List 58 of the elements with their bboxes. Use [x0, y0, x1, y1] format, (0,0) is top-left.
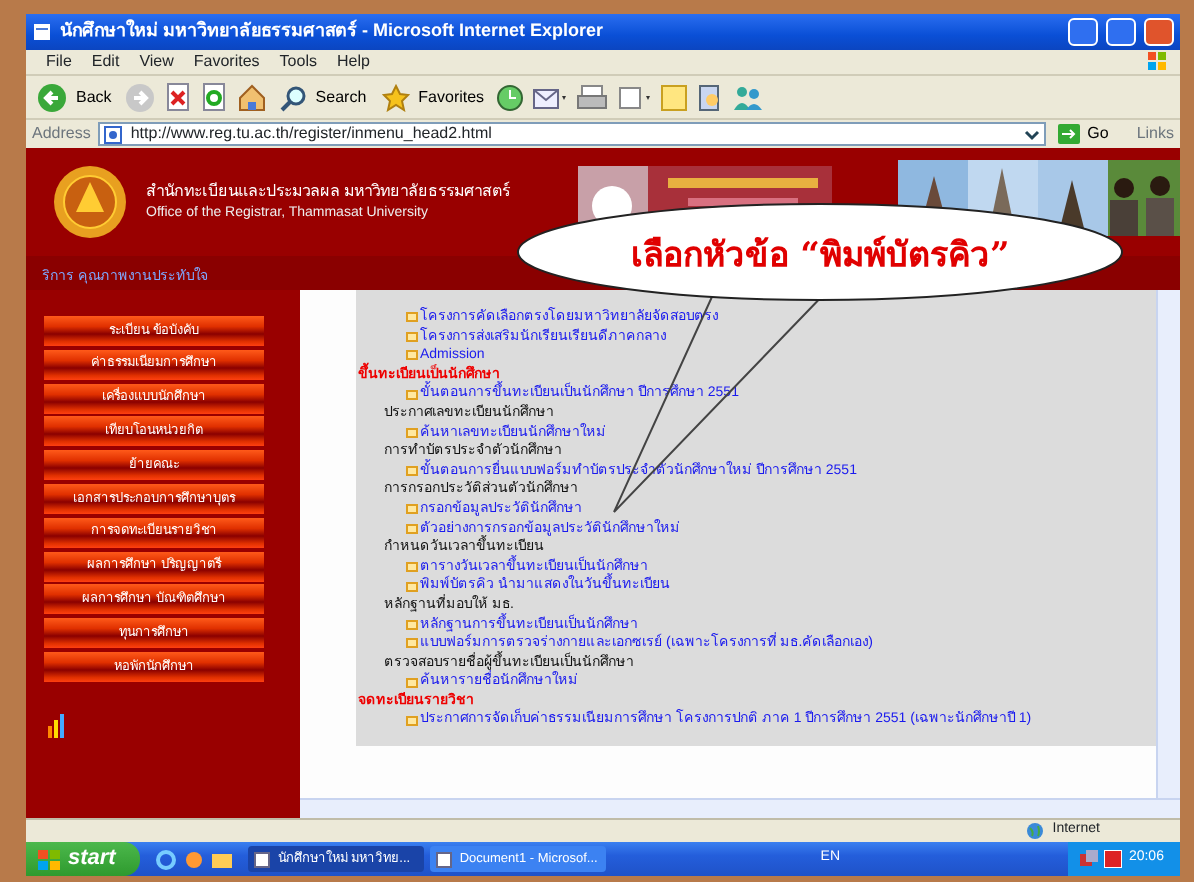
browser-icon[interactable]	[155, 849, 176, 869]
antivirus-icon[interactable]	[1104, 850, 1123, 868]
bullet-icon	[406, 389, 418, 400]
horizontal-scrollbar[interactable]	[300, 798, 1180, 818]
page-icon	[32, 22, 52, 42]
history-icon[interactable]	[496, 83, 525, 111]
printer-icon[interactable]	[576, 83, 609, 111]
menu-item[interactable]: Favorites	[183, 50, 270, 74]
bullet-icon	[406, 715, 418, 726]
go-arrow-icon	[1057, 124, 1080, 144]
home-icon[interactable]	[235, 81, 268, 113]
window-icon	[253, 851, 270, 867]
menu-item[interactable]: Edit	[81, 50, 130, 74]
bullet-icon	[406, 581, 418, 592]
bullet-icon	[406, 677, 418, 688]
maximize-button[interactable]	[1106, 18, 1136, 46]
header-title: สำนักทะเบียนและประมวลผล มหาวิทยาลัยธรรมศาสตร์	[146, 179, 511, 204]
refresh-icon[interactable]	[199, 81, 228, 113]
favorites-button[interactable]: Favorites	[378, 83, 489, 111]
callout-text: เลือกหัวข้อ “พิมพ์บัตรคิว”	[628, 233, 1012, 280]
window-icon	[435, 851, 452, 867]
back-button[interactable]: Back	[32, 81, 116, 113]
bullet-icon	[406, 638, 418, 649]
people-icon[interactable]	[732, 83, 765, 111]
search-button[interactable]: Search	[275, 83, 371, 111]
bullet-icon	[406, 427, 418, 438]
university-seal-icon	[52, 164, 128, 240]
address-label: Address	[32, 122, 91, 146]
window-title: นักศึกษาใหม่ มหาวิทยาลัยธรรมศาสตร์ - Microsoft Internet Explorer	[60, 18, 604, 45]
star-icon	[382, 83, 411, 111]
folder-icon[interactable]	[211, 849, 232, 869]
search-icon	[279, 83, 308, 111]
bullet-icon	[406, 350, 418, 361]
bullet-icon	[406, 466, 418, 477]
globe-icon	[1026, 822, 1045, 840]
bullet-icon	[406, 562, 418, 573]
windows-logo-icon	[38, 849, 60, 869]
minimize-button[interactable]	[1068, 18, 1098, 46]
bullet-icon	[406, 312, 418, 323]
mail-icon[interactable]	[532, 83, 569, 111]
menu-item[interactable]: Tools	[269, 50, 327, 74]
bar-chart-icon	[48, 713, 64, 738]
go-button[interactable]: Go	[1053, 122, 1113, 146]
menu-item[interactable]: View	[129, 50, 184, 74]
menu-item[interactable]: Help	[326, 50, 380, 74]
address-field[interactable]: http://www.reg.tu.ac.th/register/inmenu_head2.html	[98, 122, 1046, 146]
network-icon[interactable]	[1080, 850, 1099, 868]
windows-logo-icon	[1142, 50, 1170, 73]
bullet-icon	[406, 504, 418, 515]
page-icon	[104, 125, 123, 143]
bullet-icon	[406, 523, 418, 534]
stop-icon[interactable]	[163, 81, 192, 113]
vertical-scrollbar[interactable]	[1156, 290, 1180, 798]
menu-item[interactable]: File	[36, 50, 82, 74]
close-button[interactable]	[1144, 18, 1174, 46]
bullet-icon	[406, 619, 418, 630]
bullet-icon	[406, 331, 418, 342]
links-button[interactable]: Links	[1120, 122, 1174, 146]
